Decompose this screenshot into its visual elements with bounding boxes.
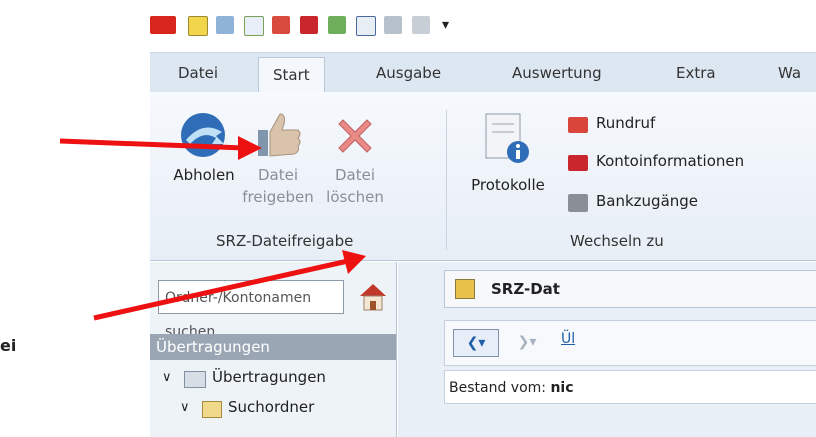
annotation-arrow-2-head (342, 250, 366, 274)
annotation-arrow-2 (93, 258, 349, 321)
annotation-arrow-1-head (238, 136, 262, 160)
annotation-arrow-1 (59, 138, 245, 151)
annotation-arrows (59, 136, 366, 321)
